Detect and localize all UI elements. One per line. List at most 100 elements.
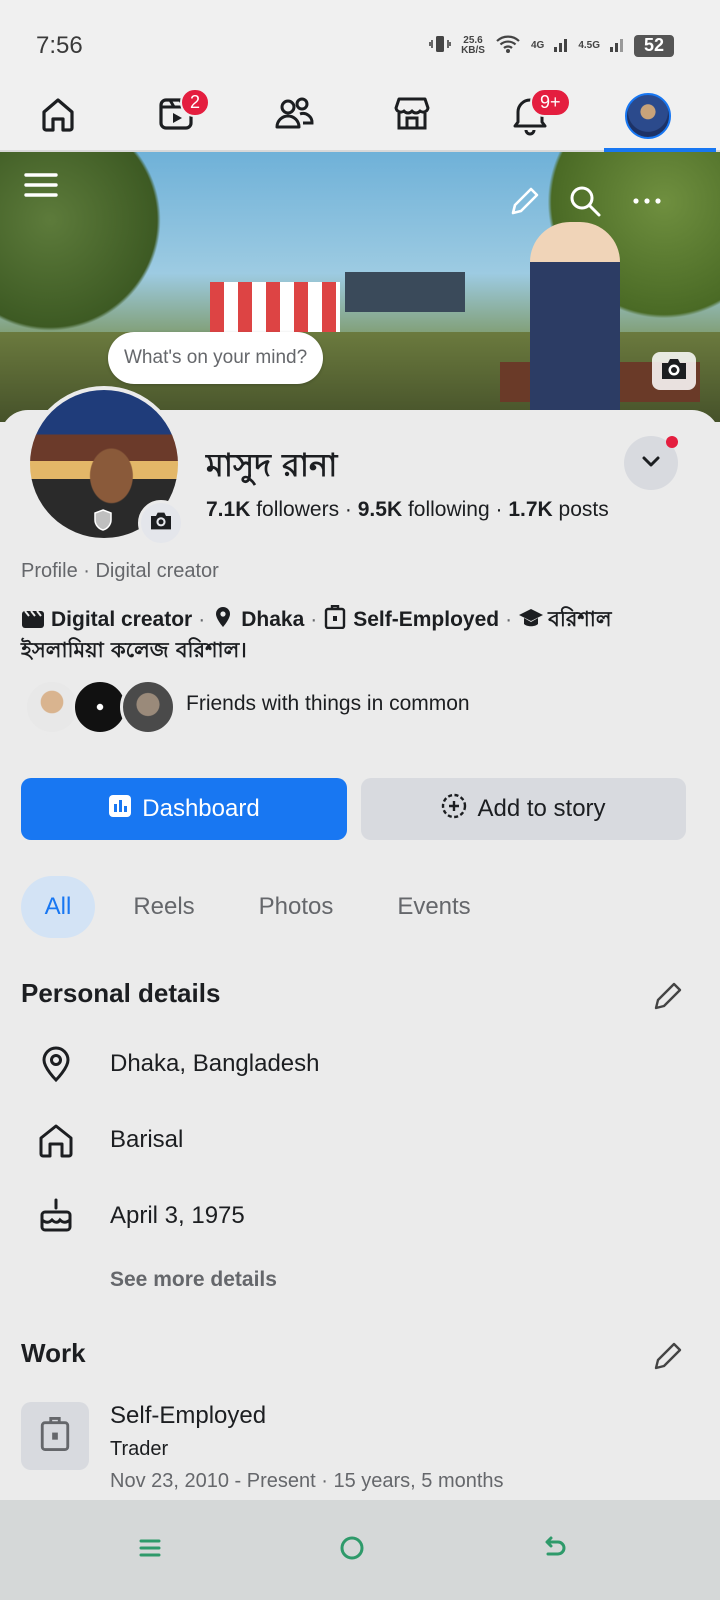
chevron-down-icon [639, 449, 663, 478]
cover-photo[interactable] [0, 152, 720, 422]
edit-button[interactable] [502, 180, 548, 226]
add-story-label: Add to story [477, 795, 606, 822]
net-speed: 25.6 KB/S [461, 34, 485, 56]
pencil-icon [650, 1342, 686, 1378]
work-title: Work [21, 1338, 86, 1368]
edit-personal-details-button[interactable] [650, 978, 686, 1014]
system-nav-bar [0, 1500, 720, 1600]
profile-name: মাসুদ রানা [206, 446, 338, 484]
status-time: 7:56 [36, 32, 83, 59]
more-icon [629, 183, 665, 224]
nav-profile[interactable] [620, 88, 676, 144]
briefcase-icon [323, 604, 347, 630]
notification-badge: 9+ [530, 88, 571, 117]
signal-45g: 4.5G [578, 39, 600, 51]
add-story-icon [441, 793, 467, 826]
intro-job: Self-Employed [353, 608, 500, 631]
nav-notifications[interactable]: 9+ [502, 88, 571, 144]
cover-avatar-figure [530, 222, 620, 422]
back-button[interactable] [524, 1520, 584, 1580]
home-icon [36, 92, 80, 141]
recents-button[interactable] [120, 1520, 180, 1580]
search-icon [567, 183, 603, 224]
home-icon [36, 1120, 76, 1165]
tab-reels[interactable]: Reels [118, 876, 210, 938]
menu-lines-icon [137, 1535, 163, 1566]
cover-stall [345, 272, 465, 312]
nav-video[interactable]: 2 [148, 88, 211, 144]
following-label[interactable]: following [408, 498, 490, 521]
pencil-icon [507, 183, 543, 224]
wifi-icon [495, 34, 521, 57]
friend-avatar [120, 679, 176, 735]
signal-icon-2 [610, 36, 624, 55]
birthday-cake-icon [36, 1196, 76, 1241]
intro-city: Dhaka [241, 608, 305, 631]
following-count[interactable]: 9.5K [358, 498, 402, 521]
menu-button[interactable] [18, 164, 64, 210]
camera-icon [149, 511, 173, 536]
nav-friends[interactable] [266, 88, 322, 144]
birthday-icon-wrap [36, 1194, 76, 1242]
back-arrow-icon [540, 1534, 568, 1567]
tab-all[interactable]: All [21, 876, 95, 938]
profile-stats: 7.1K followers · 9.5K following · 1.7K p… [206, 498, 609, 521]
mutual-friends-avatars[interactable] [24, 678, 176, 736]
current-city: Dhaka, Bangladesh [110, 1050, 320, 1077]
camera-icon [660, 357, 688, 386]
home-circle-icon [338, 1534, 366, 1567]
search-button[interactable] [562, 180, 608, 226]
dropdown-notification-dot [666, 436, 678, 448]
clapper-icon [21, 607, 45, 629]
location-icon-wrap [36, 1042, 76, 1090]
more-button[interactable] [624, 180, 670, 226]
posts-label: posts [558, 498, 609, 521]
followers-count[interactable]: 7.1K [206, 498, 250, 521]
marketplace-icon [390, 92, 434, 141]
signal-icon [554, 36, 568, 55]
add-to-story-button[interactable]: Add to story [361, 778, 686, 840]
location-pin-icon [211, 605, 235, 627]
cover-camera-button[interactable] [652, 352, 696, 390]
tab-events[interactable]: Events [384, 876, 484, 938]
dashboard-icon [108, 794, 132, 825]
hometown-icon-wrap [36, 1118, 76, 1166]
signal-4g: 4G [530, 39, 545, 51]
status-bar: 7:56 25.6 KB/S 4G 4.5G 52 [0, 0, 720, 80]
hometown: Barisal [110, 1126, 184, 1153]
tab-photos[interactable]: Photos [244, 876, 348, 938]
pencil-icon [650, 982, 686, 1018]
status-icons: 25.6 KB/S 4G 4.5G 52 [429, 34, 674, 57]
graduation-cap-icon [518, 607, 544, 629]
briefcase-icon [38, 1416, 72, 1456]
posts-count: 1.7K [508, 498, 553, 521]
battery-indicator: 52 [634, 34, 674, 57]
vibrate-icon [429, 34, 451, 57]
nav-profile-avatar [625, 93, 671, 139]
whats-on-your-mind-bubble[interactable]: What's on your mind? [108, 332, 324, 384]
see-more-details-link[interactable]: See more details [110, 1268, 277, 1292]
video-badge: 2 [180, 88, 211, 117]
edit-work-button[interactable] [650, 1338, 686, 1374]
work-role: Trader [110, 1438, 169, 1460]
profile-subtitle: Profile · Digital creator [21, 560, 219, 582]
home-button[interactable] [322, 1520, 382, 1580]
shield-icon [92, 508, 114, 532]
profile-camera-button[interactable] [138, 500, 184, 546]
work-dates: Nov 23, 2010 - Present · 15 years, 5 mon… [110, 1470, 504, 1492]
personal-details-title: Personal details [21, 978, 221, 1008]
nav-marketplace[interactable] [384, 88, 440, 144]
hamburger-icon [23, 167, 59, 208]
friends-icon [272, 92, 316, 141]
work-employer: Self-Employed [110, 1402, 267, 1429]
work-briefcase-tile [21, 1402, 89, 1470]
dashboard-label: Dashboard [142, 795, 260, 822]
birthday: April 3, 1975 [110, 1202, 245, 1229]
nav-home[interactable] [30, 88, 86, 144]
friends-common-text[interactable]: Friends with things in common [186, 692, 470, 716]
dashboard-button[interactable]: Dashboard [21, 778, 347, 840]
location-pin-icon [36, 1044, 76, 1089]
followers-label[interactable]: followers [256, 498, 339, 521]
intro-details: Digital creator · Dhaka · Self-Employed · বরিশ… [21, 604, 612, 662]
top-nav: 2 9+ [0, 80, 720, 152]
